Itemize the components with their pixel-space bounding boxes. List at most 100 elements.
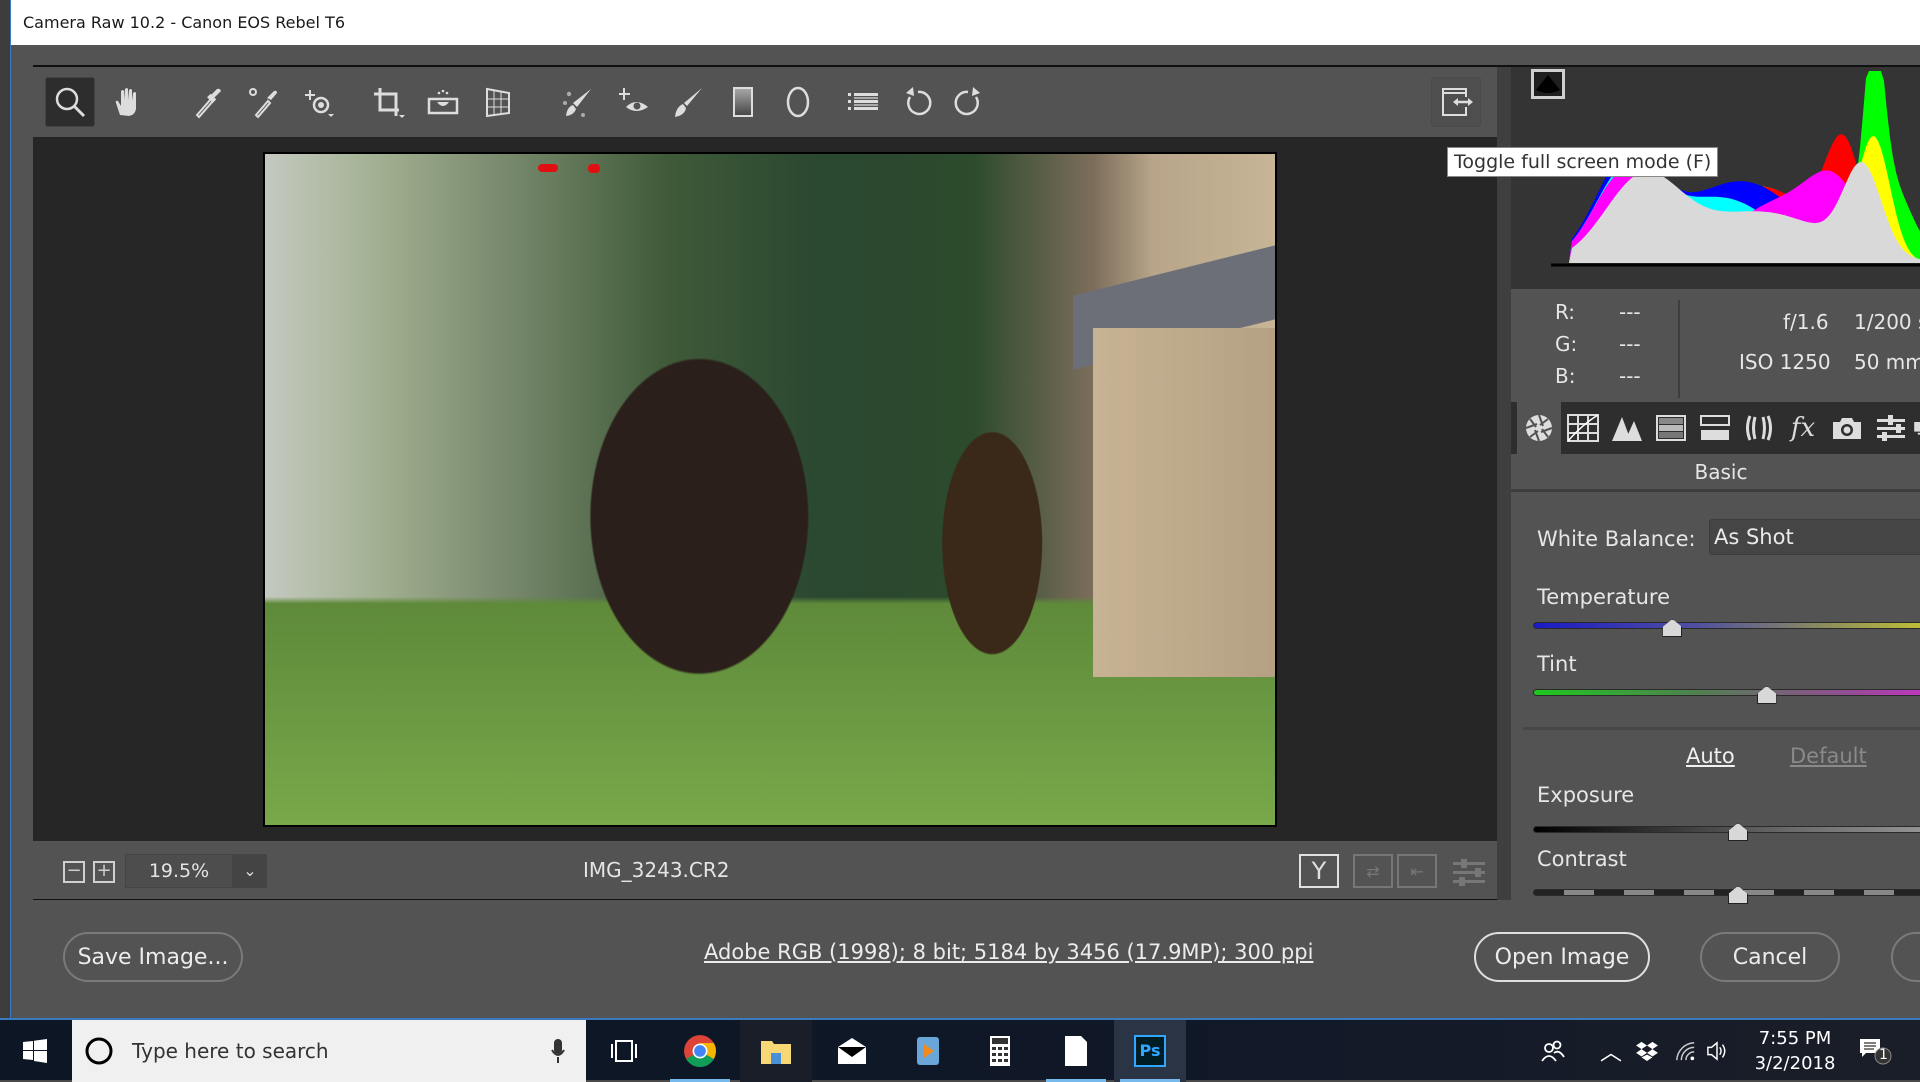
tab-snapshots[interactable] [1913,402,1920,454]
preferences-button[interactable] [838,77,888,127]
volume-tray[interactable] [1706,1020,1728,1082]
tab-hsl[interactable] [1649,402,1693,454]
tab-basic[interactable] [1517,402,1561,454]
info-readout: R: --- G: --- B: --- f/1.6 1/200 s ISO 1… [1511,292,1920,402]
clock-time: 7:55 PM [1758,1028,1832,1049]
panel-tabs: fx [1511,402,1920,454]
window-title: Camera Raw 10.2 - Canon EOS Rebel T6 [11,0,1920,45]
exposure-slider[interactable] [1533,826,1920,833]
targeted-adjustment-tool-button[interactable] [293,77,343,127]
toggle-settings-button[interactable] [1451,857,1487,887]
focal-length-value: 50 mm [1854,350,1920,374]
rotate-left-icon [906,87,932,116]
red-eye-icon [619,88,648,111]
photo-preview[interactable] [263,152,1277,827]
level-icon [427,89,459,115]
ellipse-icon [786,86,810,118]
highlight-clipping-marker [537,164,558,173]
wifi-icon [1676,1042,1695,1061]
straighten-tool-button[interactable] [418,77,468,127]
toggle-fullscreen-button[interactable] [1431,77,1481,127]
show-hidden-icons-button[interactable]: ︿ [1600,1020,1622,1082]
dropbox-tray[interactable] [1636,1020,1658,1082]
taskbar-clock[interactable]: 7:55 PM 3/2/2018 [1745,1026,1845,1076]
aperture-icon [1525,414,1553,442]
highlight-clipping-marker [588,164,601,174]
search-placeholder: Type here to search [132,1039,329,1063]
tint-slider[interactable] [1533,689,1920,696]
cortana-icon [85,1037,113,1065]
task-view-icon [611,1040,637,1062]
zoom-level-dropdown[interactable]: ⌄ [233,854,267,888]
start-button[interactable] [0,1020,70,1082]
tab-presets[interactable] [1869,402,1913,454]
task-view-button[interactable] [588,1020,660,1082]
tab-split-toning[interactable] [1693,402,1737,454]
before-after-view-button[interactable]: Y [1299,854,1339,888]
taskbar-chrome[interactable] [664,1020,736,1082]
zoom-tool-button[interactable] [45,77,95,127]
before-after-y-icon: Y [1311,857,1327,885]
zoom-level-field[interactable]: 19.5% [125,854,233,888]
microphone-icon[interactable] [550,1038,566,1064]
adjustment-brush-tool-button[interactable] [663,77,713,127]
taskbar-calculator[interactable] [964,1020,1036,1082]
image-preview-area[interactable] [33,137,1497,841]
transform-tool-button[interactable] [473,77,523,127]
tab-detail[interactable] [1605,402,1649,454]
shutter-value: 1/200 s [1854,310,1920,334]
chrome-icon [684,1035,716,1067]
done-button[interactable] [1891,932,1920,982]
save-image-button[interactable]: Save Image... [63,932,243,982]
white-balance-tool-button[interactable] [183,77,233,127]
crop-tool-button[interactable] [363,77,413,127]
list-icon [848,93,878,110]
cancel-button[interactable]: Cancel [1700,932,1840,982]
rotate-cw-button[interactable] [943,77,993,127]
tab-camera-calibration[interactable] [1825,402,1869,454]
auto-button[interactable]: Auto [1686,744,1735,768]
tone-curve-icon [1567,414,1599,442]
tab-effects[interactable]: fx [1781,402,1825,454]
chevron-down-icon: ⌄ [243,861,257,880]
mail-icon [838,1038,866,1064]
sliders-icon [1877,415,1905,441]
red-eye-tool-button[interactable] [608,77,658,127]
spot-removal-tool-button[interactable] [553,77,603,127]
workflow-options-link[interactable]: Adobe RGB (1998); 8 bit; 5184 by 3456 (1… [704,940,1313,964]
temperature-slider[interactable] [1533,622,1920,629]
sliders-icon [1453,859,1485,886]
taskbar-media-player[interactable] [892,1020,964,1082]
exposure-label: Exposure [1537,783,1635,807]
tab-lens-corrections[interactable] [1737,402,1781,454]
swap-arrows-icon: ⇄ [1366,861,1380,881]
default-button[interactable]: Default [1790,744,1867,768]
rotate-ccw-button[interactable] [893,77,943,127]
color-sampler-tool-button[interactable] [238,77,288,127]
zoom-out-button[interactable]: − [63,861,85,883]
wifi-tray[interactable] [1674,1020,1696,1082]
graduated-filter-tool-button[interactable] [718,77,768,127]
copy-after-to-before-button[interactable]: ⇤ [1397,854,1437,888]
tab-tone-curve[interactable] [1561,402,1605,454]
contrast-slider[interactable] [1533,889,1920,896]
toolbar [33,67,1497,137]
people-button[interactable] [1540,1020,1566,1082]
action-center-button[interactable]: 1 [1858,1020,1892,1082]
calculator-icon [990,1036,1010,1066]
panel-separator [1523,727,1920,730]
taskbar-mail[interactable] [816,1020,888,1082]
open-image-button[interactable]: Open Image [1474,932,1650,982]
radial-filter-tool-button[interactable] [773,77,823,127]
swap-before-after-button[interactable]: ⇄ [1353,854,1393,888]
zoom-in-button[interactable]: + [93,861,115,883]
taskbar-file-explorer[interactable] [740,1020,812,1082]
taskbar-photoshop[interactable]: Ps [1114,1020,1186,1082]
taskbar-notepad[interactable] [1040,1020,1112,1082]
adjustment-panel: R: --- G: --- B: --- f/1.6 1/200 s ISO 1… [1511,67,1920,904]
taskbar-search-box[interactable]: Type here to search [72,1020,586,1082]
arrow-left-icon: ⇤ [1410,861,1424,881]
hand-tool-button[interactable] [103,77,153,127]
white-balance-select[interactable]: As Shot [1709,519,1920,555]
windows-logo-icon [23,1039,47,1063]
